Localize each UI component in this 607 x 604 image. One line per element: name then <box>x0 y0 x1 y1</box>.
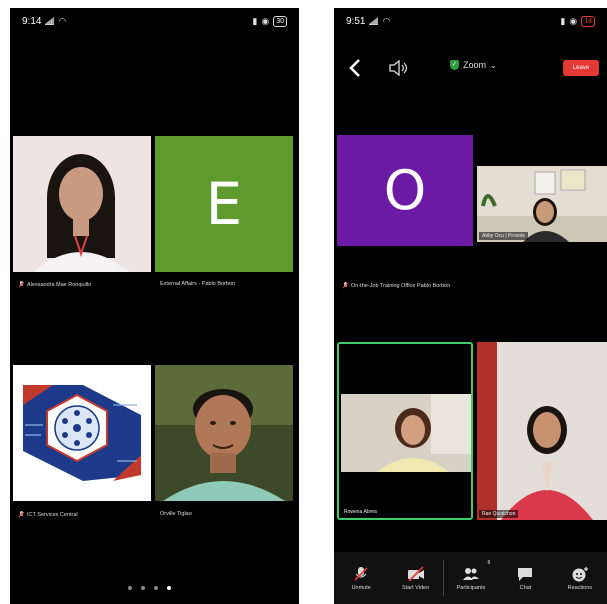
vibrate-icon: ▮ <box>560 15 566 26</box>
phone-screen-meeting: 9:51 ◠ ▮ ◉ 14 ✓ Zoom ⌄ Leave O On-the-Jo… <box>334 8 607 604</box>
start-video-button[interactable]: Start Video <box>388 552 442 604</box>
status-bar: 9:14 ◠ ▮ ◉ 30 <box>22 12 287 30</box>
video-tile-ojt-office[interactable]: O <box>337 135 473 246</box>
avatar-letter: E <box>205 170 243 238</box>
participant-name: Rowena Abrea <box>341 508 380 516</box>
meeting-top-bar: ✓ Zoom ⌄ Leave <box>334 56 607 80</box>
participant-name: Alessandra Mae Ronquillo <box>18 281 91 288</box>
unmute-button[interactable]: Unmute <box>334 552 388 604</box>
video-tile-orville[interactable] <box>155 365 293 501</box>
muted-mic-icon <box>342 282 348 289</box>
zoom-security-menu[interactable]: ✓ Zoom ⌄ <box>450 60 497 70</box>
battery-indicator: 30 <box>273 15 287 27</box>
participant-name: Abby Ocu | Prosole <box>479 232 528 240</box>
signal-icon <box>369 17 379 25</box>
video-tile-alessandra[interactable] <box>13 136 151 272</box>
muted-mic-icon <box>18 281 24 288</box>
chevron-down-icon: ⌄ <box>490 60 497 70</box>
leave-button[interactable]: Leave <box>563 60 599 76</box>
speaker-icon[interactable] <box>388 59 410 77</box>
video-tile-ict-services[interactable] <box>13 365 151 501</box>
chat-icon <box>518 567 533 581</box>
participants-button[interactable]: 8 Participants <box>444 552 498 604</box>
video-tile-rowena-active[interactable]: Rowena Abrea <box>337 342 473 520</box>
participant-video-image <box>477 342 607 520</box>
ict-logo-image <box>13 365 151 501</box>
alarm-icon: ◉ <box>569 15 578 26</box>
phone-screen-gallery: 9:14 ◠ ▮ ◉ 30 Alessandra Mae Ronquillo E… <box>10 8 299 604</box>
wifi-icon: ◠ <box>382 15 391 26</box>
chat-button[interactable]: Chat <box>498 552 552 604</box>
wifi-icon: ◠ <box>58 15 67 26</box>
signal-icon <box>45 17 55 25</box>
status-bar: 9:51 ◠ ▮ ◉ 14 <box>346 12 595 30</box>
participant-video-image <box>13 136 151 272</box>
page-dot[interactable] <box>154 586 158 590</box>
participant-video-image <box>341 394 471 472</box>
participant-name: Orville Tiglao <box>160 511 192 517</box>
clock: 9:14 <box>22 15 42 27</box>
muted-mic-icon <box>18 511 24 518</box>
participants-count: 8 <box>487 560 491 566</box>
vibrate-icon: ▮ <box>252 15 258 26</box>
participant-name: Rae Quiatchon <box>479 510 519 518</box>
page-dot[interactable] <box>128 586 132 590</box>
participant-name: On-the-Job Training Office Pablo Borbon <box>342 282 450 289</box>
reactions-button[interactable]: Reactions <box>553 552 607 604</box>
participant-video-image <box>477 166 607 242</box>
participant-video-image <box>155 365 293 501</box>
alarm-icon: ◉ <box>261 15 270 26</box>
back-chevron-icon[interactable] <box>348 58 362 78</box>
page-dot[interactable] <box>141 586 145 590</box>
shield-check-icon: ✓ <box>450 60 459 70</box>
meeting-toolbar: Unmute Start Video 8 Participants Chat R… <box>334 552 607 604</box>
video-tile-abby[interactable]: Abby Ocu | Prosole <box>477 166 607 242</box>
battery-indicator: 14 <box>581 15 595 27</box>
reaction-smiley-icon <box>572 566 588 581</box>
muted-mic-icon <box>354 566 368 581</box>
page-dot-active[interactable] <box>167 586 171 590</box>
page-indicator[interactable] <box>128 586 171 590</box>
video-off-icon <box>407 565 424 582</box>
participants-icon <box>463 567 480 580</box>
clock: 9:51 <box>346 15 366 27</box>
video-tile-external-affairs[interactable]: E <box>155 136 293 272</box>
participant-name: External Affairs - Pablo Borbon <box>160 281 236 287</box>
video-tile-rae[interactable]: Rae Quiatchon <box>477 342 607 520</box>
participant-name: ICT Services Central <box>18 511 78 518</box>
avatar-letter: O <box>383 159 427 222</box>
